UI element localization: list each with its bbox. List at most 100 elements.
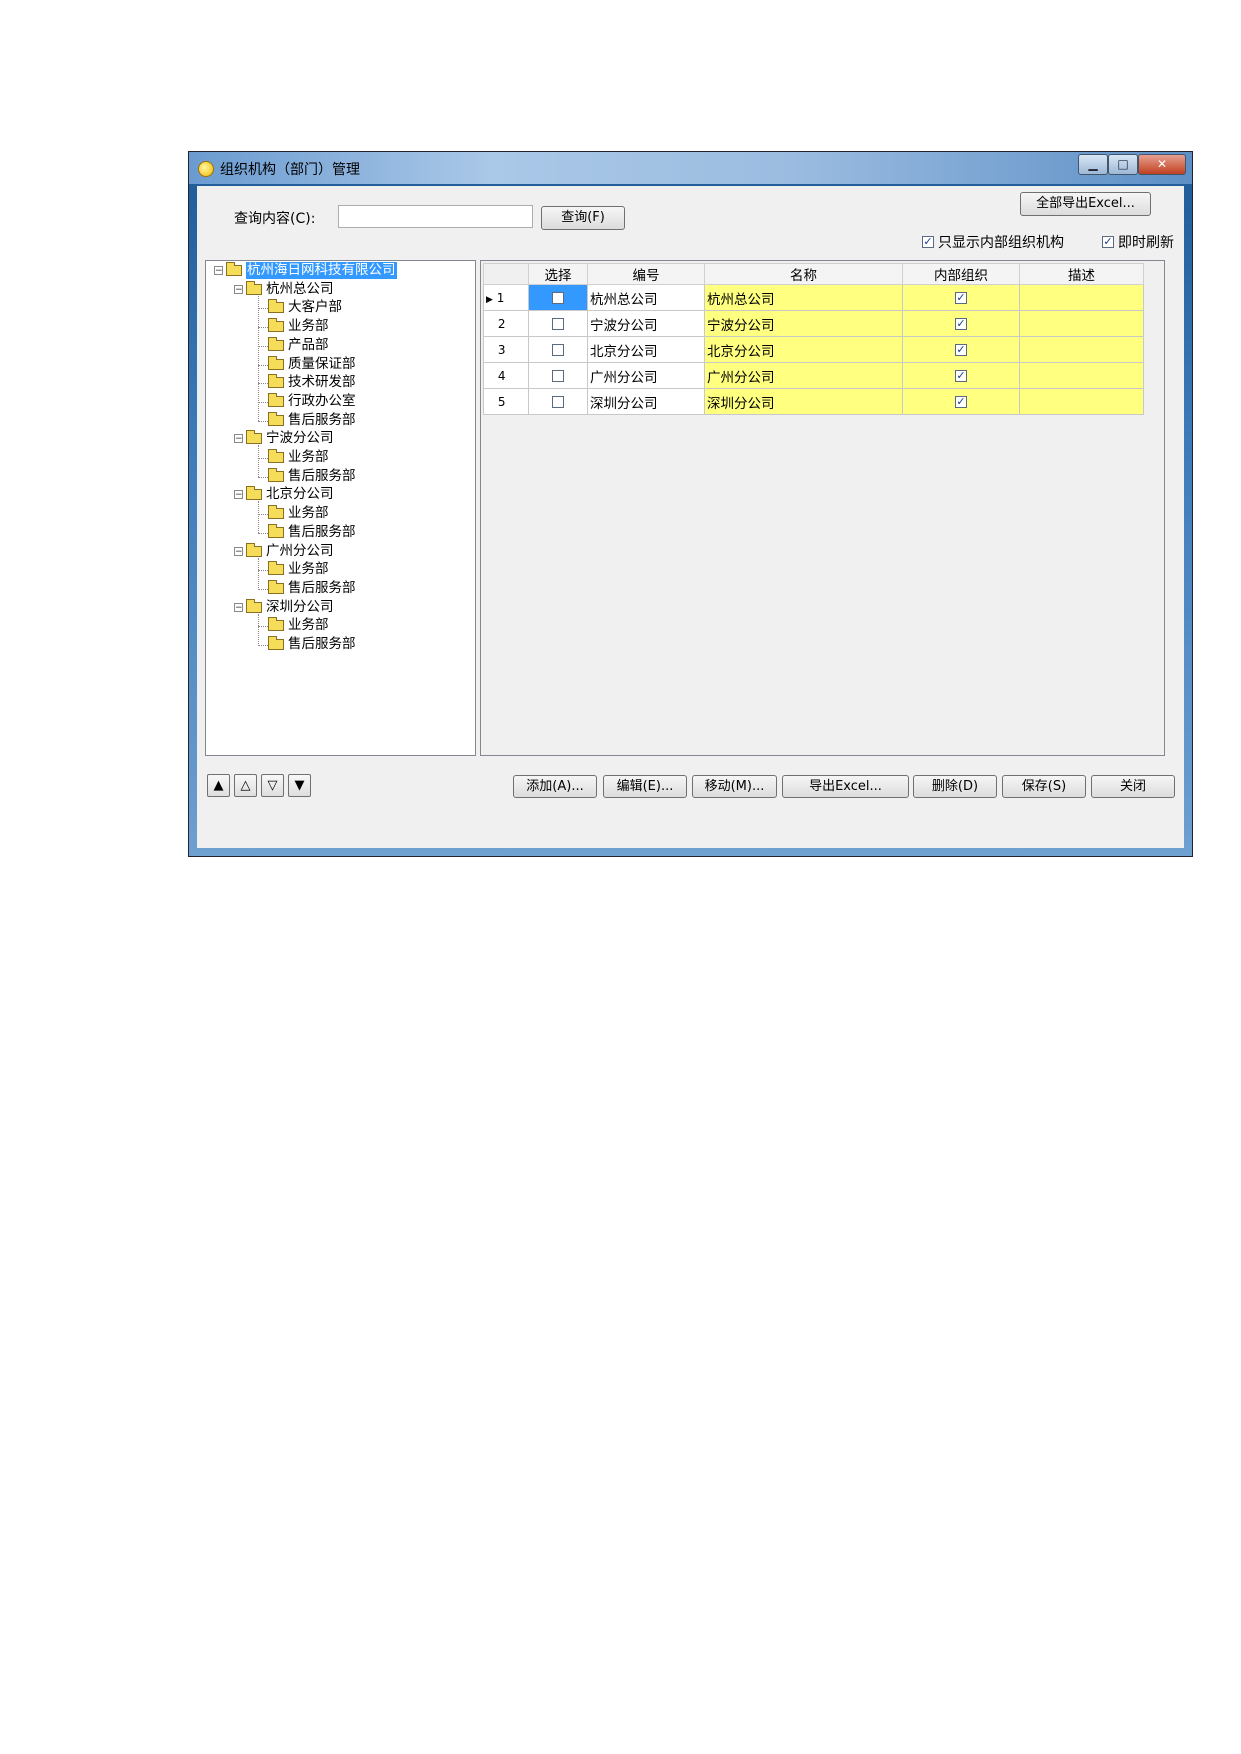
collapse-icon[interactable]: −	[214, 266, 223, 276]
row-select-checkbox[interactable]	[552, 317, 564, 330]
tree-leaf-node[interactable]: 行政办公室	[268, 392, 356, 410]
select-cell[interactable]	[528, 284, 588, 311]
org-grid[interactable]: 选择 编号 名称 内部组织 描述 ▶ 1 杭州总公司 杭州总公司 ✓ 2 宁波分公司 宁波…	[480, 260, 1165, 756]
tree-group-node[interactable]: − 广州分公司	[234, 542, 334, 560]
select-cell[interactable]	[528, 388, 588, 415]
row-header[interactable]: 5	[483, 388, 529, 415]
search-input[interactable]	[338, 205, 533, 228]
code-cell[interactable]: 杭州总公司	[587, 284, 705, 311]
collapse-icon[interactable]: −	[234, 434, 243, 444]
tree-leaf-node[interactable]: 业务部	[268, 617, 329, 634]
internal-cell[interactable]: ✓	[902, 362, 1020, 389]
table-row[interactable]: 4 广州分公司 广州分公司 ✓	[483, 362, 1144, 389]
code-cell[interactable]: 深圳分公司	[587, 388, 705, 415]
desc-cell[interactable]	[1019, 310, 1144, 337]
live-refresh-option[interactable]: ✓ 即时刷新	[1102, 232, 1174, 252]
code-cell[interactable]: 宁波分公司	[587, 310, 705, 337]
name-cell[interactable]: 宁波分公司	[704, 310, 903, 337]
tree-leaf-node[interactable]: 售后服务部	[268, 579, 356, 597]
select-cell[interactable]	[528, 362, 588, 389]
internal-checkbox[interactable]: ✓	[955, 317, 967, 330]
org-tree[interactable]: − 杭州海日网科技有限公司 − 杭州总公司 大客户部 业务部 产品部 质量保证部 技术研发部 行政…	[205, 260, 476, 756]
col-select-header[interactable]: 选择	[528, 263, 588, 285]
col-name-header[interactable]: 名称	[704, 263, 903, 285]
name-cell[interactable]: 杭州总公司	[704, 284, 903, 311]
row-header[interactable]: 2	[483, 310, 529, 337]
internal-checkbox[interactable]: ✓	[955, 395, 967, 408]
tree-leaf-node[interactable]: 售后服务部	[268, 411, 356, 429]
add-button[interactable]: 添加(A)...	[513, 775, 597, 798]
row-header[interactable]: 3	[483, 336, 529, 363]
title-bar[interactable]: 组织机构（部门）管理 ▁ □ ✕	[189, 152, 1192, 184]
col-desc-header[interactable]: 描述	[1019, 263, 1144, 285]
tree-leaf-node[interactable]: 售后服务部	[268, 467, 356, 485]
table-row[interactable]: ▶ 1 杭州总公司 杭州总公司 ✓	[483, 284, 1144, 311]
row-select-checkbox[interactable]	[552, 369, 564, 382]
move-bottom-button[interactable]: ▼	[288, 774, 311, 797]
tree-leaf-node[interactable]: 售后服务部	[268, 636, 356, 653]
collapse-icon[interactable]: −	[234, 546, 243, 556]
move-up-button[interactable]: △	[234, 774, 257, 797]
select-cell[interactable]	[528, 336, 588, 363]
table-row[interactable]: 5 深圳分公司 深圳分公司 ✓	[483, 388, 1144, 415]
only-internal-checkbox[interactable]: ✓	[922, 236, 934, 248]
name-cell[interactable]: 深圳分公司	[704, 388, 903, 415]
move-down-button[interactable]: ▽	[261, 774, 284, 797]
code-cell[interactable]: 北京分公司	[587, 336, 705, 363]
close-button[interactable]: 关闭	[1091, 775, 1175, 798]
edit-button[interactable]: 编辑(E)...	[603, 775, 687, 798]
search-button[interactable]: 查询(F)	[541, 206, 625, 230]
tree-group-node[interactable]: − 深圳分公司	[234, 598, 334, 616]
collapse-icon[interactable]: −	[234, 490, 243, 500]
export-all-excel-button[interactable]: 全部导出Excel...	[1020, 192, 1151, 216]
save-button[interactable]: 保存(S)	[1002, 775, 1086, 798]
name-cell[interactable]: 广州分公司	[704, 362, 903, 389]
desc-cell[interactable]	[1019, 284, 1144, 311]
minimize-button[interactable]: ▁	[1078, 154, 1108, 175]
col-internal-header[interactable]: 内部组织	[902, 263, 1020, 285]
desc-cell[interactable]	[1019, 362, 1144, 389]
tree-leaf-node[interactable]: 技术研发部	[268, 374, 356, 391]
tree-group-node[interactable]: − 北京分公司	[234, 486, 334, 503]
tree-leaf-node[interactable]: 大客户部	[268, 299, 342, 316]
tree-leaf-node[interactable]: 业务部	[268, 561, 329, 578]
desc-cell[interactable]	[1019, 388, 1144, 415]
delete-button[interactable]: 删除(D)	[913, 775, 997, 798]
internal-checkbox[interactable]: ✓	[955, 291, 967, 304]
tree-leaf-node[interactable]: 产品部	[268, 336, 329, 354]
tree-group-node[interactable]: − 宁波分公司	[234, 430, 334, 447]
tree-leaf-node[interactable]: 业务部	[268, 505, 329, 522]
tree-root[interactable]: − 杭州海日网科技有限公司	[214, 262, 397, 279]
col-code-header[interactable]: 编号	[587, 263, 705, 285]
move-top-button[interactable]: ▲	[207, 774, 230, 797]
table-row[interactable]: 3 北京分公司 北京分公司 ✓	[483, 336, 1144, 363]
internal-checkbox[interactable]: ✓	[955, 369, 967, 382]
internal-cell[interactable]: ✓	[902, 336, 1020, 363]
live-refresh-checkbox[interactable]: ✓	[1102, 236, 1114, 248]
tree-leaf-node[interactable]: 质量保证部	[268, 355, 356, 373]
internal-cell[interactable]: ✓	[902, 284, 1020, 311]
row-header[interactable]: 4	[483, 362, 529, 389]
table-row[interactable]: 2 宁波分公司 宁波分公司 ✓	[483, 310, 1144, 337]
tree-leaf-node[interactable]: 售后服务部	[268, 523, 356, 541]
move-button[interactable]: 移动(M)...	[692, 775, 777, 798]
collapse-icon[interactable]: −	[234, 284, 243, 294]
row-header[interactable]: ▶ 1	[483, 284, 529, 311]
row-select-checkbox[interactable]	[552, 343, 564, 356]
tree-leaf-node[interactable]: 业务部	[268, 318, 329, 335]
only-internal-option[interactable]: ✓ 只显示内部组织机构	[922, 232, 1064, 252]
export-excel-button[interactable]: 导出Excel...	[782, 775, 909, 798]
row-select-checkbox[interactable]	[552, 395, 564, 408]
internal-cell[interactable]: ✓	[902, 310, 1020, 337]
select-cell[interactable]	[528, 310, 588, 337]
internal-cell[interactable]: ✓	[902, 388, 1020, 415]
code-cell[interactable]: 广州分公司	[587, 362, 705, 389]
row-select-checkbox[interactable]	[552, 291, 564, 304]
desc-cell[interactable]	[1019, 336, 1144, 363]
close-window-button[interactable]: ✕	[1138, 154, 1186, 175]
name-cell[interactable]: 北京分公司	[704, 336, 903, 363]
tree-group-node[interactable]: − 杭州总公司	[234, 280, 334, 298]
internal-checkbox[interactable]: ✓	[955, 343, 967, 356]
tree-leaf-node[interactable]: 业务部	[268, 449, 329, 466]
collapse-icon[interactable]: −	[234, 602, 243, 612]
